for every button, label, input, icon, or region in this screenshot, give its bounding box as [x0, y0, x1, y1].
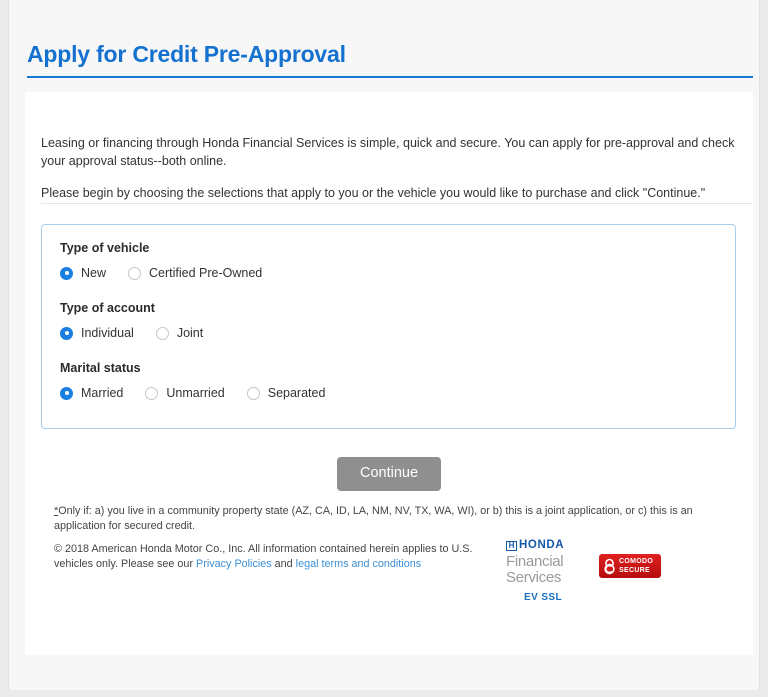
- radio-icon-unmarried[interactable]: [145, 386, 159, 400]
- footnote-body: Only if: a) you live in a community prop…: [54, 505, 693, 532]
- privacy-policies-link[interactable]: Privacy Policies: [196, 558, 272, 570]
- copyright-text: © 2018 American Honda Motor Co., Inc. Al…: [54, 542, 474, 572]
- group-label-type-of-vehicle: Type of vehicle: [60, 241, 150, 255]
- radio-option-new[interactable]: New: [60, 266, 106, 280]
- radio-option-certified-pre-owned[interactable]: Certified Pre-Owned: [128, 266, 262, 280]
- comodo-badge-text: COMODO SECURE: [619, 557, 653, 575]
- radio-option-married[interactable]: Married: [60, 386, 123, 400]
- intro-paragraph-2: Please begin by choosing the selections …: [41, 186, 706, 200]
- hfs-line-financial: Financial: [506, 552, 564, 570]
- page-container: Apply for Credit Pre-Approval Leasing or…: [8, 0, 760, 690]
- group-marital-status: Marital status Married Unmarried Separat…: [60, 361, 347, 400]
- honda-financial-services-logo: H HONDA Financial Services EV SSL: [506, 539, 601, 603]
- radio-icon-joint[interactable]: [155, 326, 169, 340]
- radio-label-unmarried: Unmarried: [166, 386, 225, 400]
- radio-icon-separated[interactable]: [246, 386, 260, 400]
- radio-icon-new[interactable]: [60, 266, 73, 280]
- title-underline-rule: [27, 76, 753, 78]
- comodo-word-comodo: COMODO: [619, 558, 654, 565]
- radio-label-individual: Individual: [81, 326, 134, 340]
- continue-button[interactable]: Continue: [336, 457, 442, 491]
- section-divider: [41, 203, 752, 204]
- radio-icon-married[interactable]: [60, 386, 73, 400]
- radio-icon-individual[interactable]: [60, 326, 73, 340]
- radio-option-separated[interactable]: Separated: [246, 386, 326, 400]
- footnote-text: *Only if: a) you live in a community pro…: [54, 504, 704, 534]
- page-title: Apply for Credit Pre-Approval: [27, 41, 346, 67]
- intro-text-block: Leasing or financing through Honda Finan…: [41, 134, 738, 202]
- copyright-conjunction: and: [271, 558, 296, 570]
- group-type-of-account: Type of account Individual Joint: [60, 301, 225, 340]
- legal-terms-link[interactable]: legal terms and conditions: [296, 558, 421, 570]
- honda-wordmark: HONDA: [519, 539, 565, 551]
- selection-fieldset: Type of vehicle New Certified Pre-Owned: [41, 224, 736, 429]
- comodo-word-secure: SECURE: [619, 567, 650, 574]
- radio-label-married: Married: [81, 386, 124, 400]
- options-marital-status: Married Unmarried Separated: [60, 386, 347, 400]
- radio-label-certified-pre-owned: Certified Pre-Owned: [149, 266, 263, 280]
- options-type-of-account: Individual Joint: [60, 326, 225, 340]
- group-type-of-vehicle: Type of vehicle New Certified Pre-Owned: [60, 241, 284, 280]
- radio-label-separated: Separated: [267, 386, 326, 400]
- radio-option-individual[interactable]: Individual: [60, 326, 134, 340]
- radio-label-joint: Joint: [176, 326, 204, 340]
- intro-paragraph-1: Leasing or financing through Honda Finan…: [41, 136, 735, 168]
- hfs-line-services: Services: [506, 568, 562, 586]
- radio-option-joint[interactable]: Joint: [155, 326, 204, 340]
- radio-icon-certified-pre-owned[interactable]: [128, 266, 142, 280]
- comodo-lock-icon: [604, 558, 615, 574]
- radio-label-new: New: [81, 266, 107, 280]
- group-label-marital-status: Marital status: [60, 361, 141, 375]
- ev-ssl-label: EV SSL: [524, 591, 562, 603]
- comodo-secure-badge[interactable]: COMODO SECURE: [599, 554, 661, 578]
- radio-option-unmarried[interactable]: Unmarried: [145, 386, 225, 400]
- honda-brand-mark: H HONDA: [506, 539, 601, 552]
- options-type-of-vehicle: New Certified Pre-Owned: [60, 266, 284, 280]
- honda-h-emblem-icon: H: [506, 540, 517, 551]
- continue-button-row: Continue: [25, 457, 753, 491]
- group-label-type-of-account: Type of account: [60, 301, 155, 315]
- page-root: Apply for Credit Pre-Approval Leasing or…: [0, 0, 768, 697]
